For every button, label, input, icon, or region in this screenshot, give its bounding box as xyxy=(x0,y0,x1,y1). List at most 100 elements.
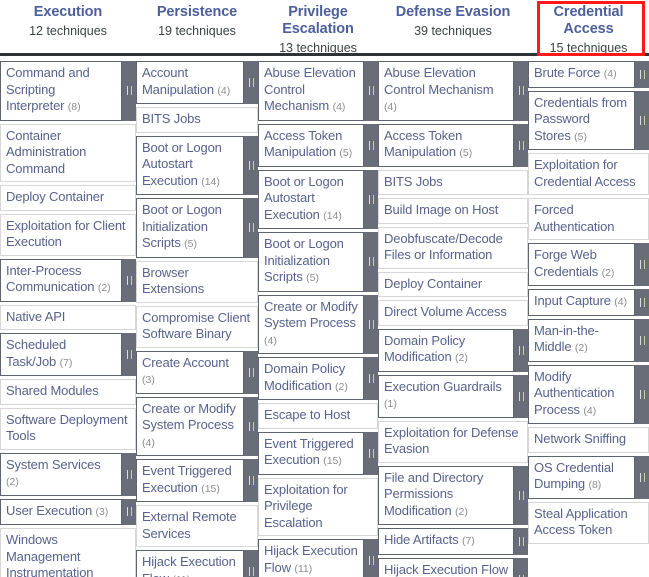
technique-cell[interactable]: Access Token Manipulation (5) xyxy=(378,123,528,167)
technique-cell[interactable]: Brute Force (4) xyxy=(528,61,649,88)
expand-subtechniques-handle-icon[interactable] xyxy=(514,465,528,525)
technique-cell[interactable]: Inter-Process Communication (2) xyxy=(0,258,136,302)
technique-label[interactable]: External Remote Services xyxy=(136,505,258,547)
technique-cell[interactable]: Windows Management Instrumentation xyxy=(0,528,136,577)
expand-subtechniques-handle-icon[interactable] xyxy=(122,258,136,302)
technique-label[interactable]: OS Credential Dumping (8) xyxy=(528,455,635,499)
technique-label[interactable]: Native API xyxy=(0,304,136,330)
expand-subtechniques-handle-icon[interactable] xyxy=(635,364,649,424)
technique-label[interactable]: Boot or Logon Initialization Scripts (5) xyxy=(258,232,364,292)
technique-label[interactable]: Boot or Logon Autostart Execution (14) xyxy=(136,135,244,195)
technique-label[interactable]: Create Account (3) xyxy=(136,350,244,394)
expand-subtechniques-handle-icon[interactable] xyxy=(244,459,258,502)
technique-label[interactable]: Account Manipulation (4) xyxy=(136,61,244,104)
technique-label[interactable]: Deploy Container xyxy=(378,271,528,297)
technique-label[interactable]: Forced Authentication xyxy=(528,198,649,240)
technique-cell[interactable]: Create Account (3) xyxy=(136,350,258,394)
technique-label[interactable]: Browser Extensions xyxy=(136,260,258,303)
technique-label[interactable]: Shared Modules xyxy=(0,379,136,405)
technique-cell[interactable]: Man-in-the-Middle (2) xyxy=(528,318,649,362)
expand-subtechniques-handle-icon[interactable] xyxy=(122,61,136,121)
technique-label[interactable]: User Execution (3) xyxy=(0,498,122,525)
expand-subtechniques-handle-icon[interactable] xyxy=(364,61,378,121)
expand-subtechniques-handle-icon[interactable] xyxy=(514,374,528,418)
expand-subtechniques-handle-icon[interactable] xyxy=(244,61,258,104)
expand-subtechniques-handle-icon[interactable] xyxy=(635,243,649,286)
technique-cell[interactable]: Direct Volume Access xyxy=(378,300,528,326)
technique-cell[interactable]: Event Triggered Execution (15) xyxy=(258,431,378,475)
technique-label[interactable]: Boot or Logon Initialization Scripts (5) xyxy=(136,198,244,258)
technique-label[interactable]: Credentials from Password Stores (5) xyxy=(528,90,635,150)
technique-cell[interactable]: Exploitation for Defense Evasion xyxy=(378,420,528,463)
technique-cell[interactable]: Domain Policy Modification (2) xyxy=(258,357,378,400)
technique-cell[interactable]: Command and Scripting Interpreter (8) xyxy=(0,61,136,121)
expand-subtechniques-handle-icon[interactable] xyxy=(364,123,378,167)
technique-label[interactable]: Deobfuscate/Decode Files or Information xyxy=(378,226,528,269)
technique-label[interactable]: Create or Modify System Process (4) xyxy=(136,396,244,456)
technique-label[interactable]: BITS Jobs xyxy=(378,169,528,195)
technique-label[interactable]: Event Triggered Execution (15) xyxy=(258,431,364,475)
technique-cell[interactable]: File and Directory Permissions Modificat… xyxy=(378,465,528,525)
technique-cell[interactable]: BITS Jobs xyxy=(136,107,258,133)
technique-cell[interactable]: User Execution (3) xyxy=(0,498,136,525)
technique-label[interactable]: Exploitation for Privilege Escalation xyxy=(258,477,378,536)
technique-label[interactable]: Forge Web Credentials (2) xyxy=(528,243,635,286)
technique-cell[interactable]: Forced Authentication xyxy=(528,198,649,240)
technique-cell[interactable]: Boot or Logon Autostart Execution (14) xyxy=(136,135,258,195)
technique-label[interactable]: Deploy Container xyxy=(0,185,136,211)
technique-cell[interactable]: Scheduled Task/Job (7) xyxy=(0,333,136,376)
technique-label[interactable]: Exploitation for Credential Access xyxy=(528,153,649,195)
tactic-header-defense-evasion[interactable]: Defense Evasion 39 techniques xyxy=(378,0,528,39)
technique-label[interactable]: Event Triggered Execution (15) xyxy=(136,459,244,502)
technique-label[interactable]: Input Capture (4) xyxy=(528,289,635,316)
technique-cell[interactable]: Native API xyxy=(0,304,136,330)
technique-label[interactable]: Command and Scripting Interpreter (8) xyxy=(0,61,122,121)
tactic-header-credential-access[interactable]: Credential Access 15 techniques xyxy=(528,0,649,56)
expand-subtechniques-handle-icon[interactable] xyxy=(514,328,528,372)
expand-subtechniques-handle-icon[interactable] xyxy=(244,135,258,195)
expand-subtechniques-handle-icon[interactable] xyxy=(122,498,136,525)
expand-subtechniques-handle-icon[interactable] xyxy=(635,318,649,362)
technique-label[interactable]: Brute Force (4) xyxy=(528,61,635,88)
technique-cell[interactable]: Boot or Logon Initialization Scripts (5) xyxy=(136,198,258,258)
expand-subtechniques-handle-icon[interactable] xyxy=(364,169,378,229)
expand-subtechniques-handle-icon[interactable] xyxy=(364,539,378,577)
technique-label[interactable]: Boot or Logon Autostart Execution (14) xyxy=(258,169,364,229)
technique-cell[interactable]: Hijack Execution Flow (11) xyxy=(378,557,528,577)
expand-subtechniques-handle-icon[interactable] xyxy=(122,452,136,496)
technique-cell[interactable]: Exploitation for Client Execution xyxy=(0,213,136,256)
technique-label[interactable]: System Services (2) xyxy=(0,452,122,496)
technique-cell[interactable]: BITS Jobs xyxy=(378,169,528,195)
technique-cell[interactable]: Abuse Elevation Control Mechanism (4) xyxy=(378,61,528,121)
technique-label[interactable]: Exploitation for Defense Evasion xyxy=(378,420,528,463)
expand-subtechniques-handle-icon[interactable] xyxy=(635,90,649,150)
technique-cell[interactable]: Exploitation for Credential Access xyxy=(528,153,649,195)
technique-label[interactable]: Access Token Manipulation (5) xyxy=(258,123,364,167)
technique-cell[interactable]: Create or Modify System Process (4) xyxy=(258,294,378,354)
technique-label[interactable]: Access Token Manipulation (5) xyxy=(378,123,514,167)
technique-label[interactable]: Hide Artifacts (7) xyxy=(378,528,514,555)
technique-label[interactable]: Scheduled Task/Job (7) xyxy=(0,333,122,376)
technique-cell[interactable]: Steal Application Access Token xyxy=(528,501,649,544)
technique-label[interactable]: Hijack Execution Flow (11) xyxy=(378,557,514,577)
technique-label[interactable]: Container Administration Command xyxy=(0,123,136,182)
technique-cell[interactable]: Compromise Client Software Binary xyxy=(136,305,258,348)
technique-label[interactable]: Create or Modify System Process (4) xyxy=(258,294,364,354)
tactic-header-privilege-escalation[interactable]: Privilege Escalation 13 techniques xyxy=(258,0,378,56)
technique-cell[interactable]: OS Credential Dumping (8) xyxy=(528,455,649,499)
technique-cell[interactable]: Network Sniffing xyxy=(528,427,649,453)
expand-subtechniques-handle-icon[interactable] xyxy=(244,396,258,456)
technique-cell[interactable]: Credentials from Password Stores (5) xyxy=(528,90,649,150)
technique-cell[interactable]: Abuse Elevation Control Mechanism (4) xyxy=(258,61,378,121)
technique-label[interactable]: Domain Policy Modification (2) xyxy=(258,357,364,400)
technique-cell[interactable]: Software Deployment Tools xyxy=(0,407,136,450)
technique-cell[interactable]: Create or Modify System Process (4) xyxy=(136,396,258,456)
technique-label[interactable]: Man-in-the-Middle (2) xyxy=(528,318,635,362)
technique-cell[interactable]: Account Manipulation (4) xyxy=(136,61,258,104)
expand-subtechniques-handle-icon[interactable] xyxy=(514,557,528,577)
technique-cell[interactable]: Deobfuscate/Decode Files or Information xyxy=(378,226,528,269)
technique-cell[interactable]: Container Administration Command xyxy=(0,123,136,182)
technique-label[interactable]: BITS Jobs xyxy=(136,107,258,133)
technique-label[interactable]: Compromise Client Software Binary xyxy=(136,305,258,348)
technique-cell[interactable]: Escape to Host xyxy=(258,403,378,429)
